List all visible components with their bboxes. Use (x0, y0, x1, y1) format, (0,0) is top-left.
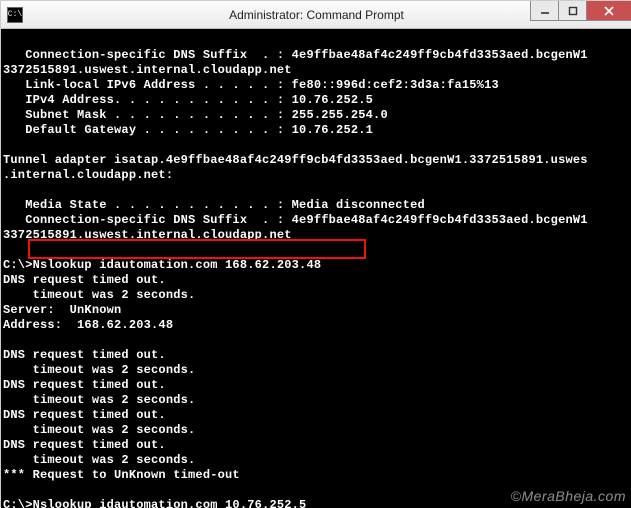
maximize-button[interactable] (558, 1, 586, 21)
command-prompt-window: C:\ Administrator: Command Prompt Connec… (1, 1, 631, 508)
titlebar[interactable]: C:\ Administrator: Command Prompt (1, 1, 631, 29)
close-button[interactable] (586, 1, 631, 21)
window-controls (530, 1, 631, 21)
minimize-button[interactable] (530, 1, 558, 21)
app-icon: C:\ (7, 7, 23, 23)
terminal-output[interactable]: Connection-specific DNS Suffix . : 4e9ff… (1, 29, 631, 508)
